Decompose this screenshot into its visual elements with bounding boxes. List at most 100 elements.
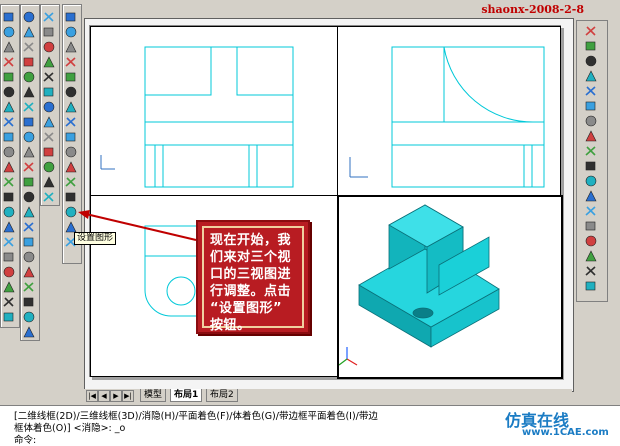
extrude-icon[interactable] [22,85,36,99]
view-icon[interactable] [2,235,16,249]
cone-icon[interactable] [22,325,36,339]
stretch-icon[interactable] [584,144,598,158]
tab-layout1[interactable]: 布局1 [170,389,203,402]
revolve-icon[interactable] [22,100,36,114]
revolve-icon[interactable] [42,55,56,69]
torus-icon[interactable] [42,25,56,39]
extrude-icon[interactable] [64,130,78,144]
subtract-icon[interactable] [2,205,16,219]
callout-line: 们来对三个视 [210,250,292,265]
box-3d-icon[interactable] [22,280,36,294]
intersect-icon[interactable] [22,190,36,204]
wedge-icon[interactable] [42,10,56,24]
line-icon[interactable] [2,295,16,309]
mirror-icon[interactable] [584,279,598,293]
mirror-icon[interactable] [584,54,598,68]
copy-icon[interactable] [584,264,598,278]
section-icon[interactable] [22,130,36,144]
sphere-icon[interactable] [22,10,36,24]
revolve-icon[interactable] [64,145,78,159]
box-3d-icon[interactable] [2,310,16,324]
chamfer-icon[interactable] [584,204,598,218]
trim-icon[interactable] [584,159,598,173]
extrude-icon[interactable] [2,115,16,129]
setup-view-icon[interactable] [42,190,56,204]
cylinder-icon[interactable] [2,55,16,69]
interference-icon[interactable] [2,175,16,189]
tab-nav-next-button[interactable]: ▶ [110,390,122,402]
line-icon[interactable] [22,265,36,279]
union-icon[interactable] [2,190,16,204]
torus-icon[interactable] [2,100,16,114]
extend-icon[interactable] [584,174,598,188]
cylinder-icon[interactable] [22,25,36,39]
setup-drawing-icon[interactable] [2,250,16,264]
tab-nav-first-button[interactable]: |◀ [86,390,98,402]
rotate-icon[interactable] [584,114,598,128]
sphere-icon[interactable] [64,55,78,69]
erase-icon[interactable] [584,24,598,38]
tab-layout2[interactable]: 布局2 [206,389,238,402]
subtract-icon[interactable] [42,130,56,144]
setup-profile-icon[interactable] [64,10,78,24]
tab-model[interactable]: 模型 [140,389,167,402]
tab-nav-last-button[interactable]: ▶| [122,390,134,402]
setup-drawing-icon[interactable] [22,220,36,234]
erase-icon[interactable] [584,249,598,263]
cone-icon[interactable] [2,70,16,84]
setup-view-icon[interactable] [22,235,36,249]
section-icon[interactable] [42,85,56,99]
command-prompt[interactable]: 命令: [14,432,36,446]
setup-profile-icon[interactable] [2,280,16,294]
setup-drawing-icon[interactable] [42,175,56,189]
viewport-front[interactable] [90,26,338,196]
torus-icon[interactable] [64,115,78,129]
section-icon[interactable] [2,160,16,174]
offset-icon[interactable] [584,69,598,83]
break-icon[interactable] [584,189,598,203]
union-icon[interactable] [22,160,36,174]
intersect-icon[interactable] [2,220,16,234]
sphere-icon[interactable] [2,40,16,54]
slice-icon[interactable] [22,115,36,129]
torus-icon[interactable] [22,70,36,84]
intersect-icon[interactable] [42,145,56,159]
scale-icon[interactable] [584,129,598,143]
wedge-icon[interactable] [2,85,16,99]
setup-profile-icon[interactable] [22,250,36,264]
slice-icon[interactable] [2,145,16,159]
view-icon[interactable] [42,160,56,174]
line-icon[interactable] [2,10,16,24]
slice-icon[interactable] [42,70,56,84]
array-icon[interactable] [584,84,598,98]
box-3d-icon[interactable] [64,40,78,54]
fillet-icon[interactable] [584,219,598,233]
box-3d-icon[interactable] [2,25,16,39]
interference-icon[interactable] [22,145,36,159]
view-icon[interactable] [22,205,36,219]
wedge-icon[interactable] [22,55,36,69]
cylinder-icon[interactable] [22,310,36,324]
slice-icon[interactable] [64,160,78,174]
revolve-icon[interactable] [2,130,16,144]
viewport-isometric[interactable] [337,195,563,379]
interference-icon[interactable] [64,190,78,204]
cone-icon[interactable] [64,85,78,99]
wedge-icon[interactable] [64,100,78,114]
copy-icon[interactable] [584,39,598,53]
cone-icon[interactable] [22,40,36,54]
union-icon[interactable] [42,115,56,129]
line-icon[interactable] [64,25,78,39]
sphere-icon[interactable] [22,295,36,309]
cylinder-icon[interactable] [64,70,78,84]
subtract-icon[interactable] [22,175,36,189]
setup-view-icon[interactable] [2,265,16,279]
tab-nav-prev-button[interactable]: ◀ [98,390,110,402]
extrude-icon[interactable] [42,40,56,54]
section-icon[interactable] [64,175,78,189]
explode-icon[interactable] [584,234,598,248]
viewport-side[interactable] [337,26,561,196]
move-icon[interactable] [584,99,598,113]
drawing-area[interactable] [84,18,574,392]
interference-icon[interactable] [42,100,56,114]
